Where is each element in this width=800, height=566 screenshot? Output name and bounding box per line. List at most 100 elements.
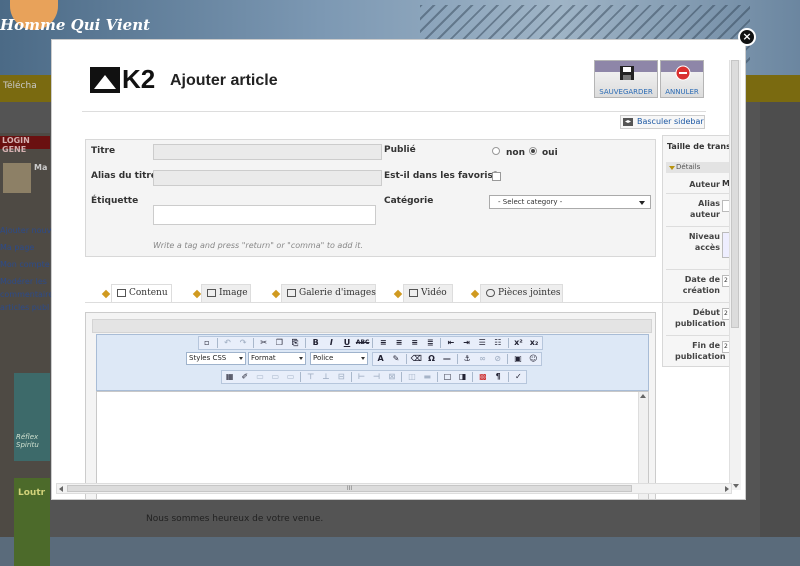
spellcheck-icon[interactable]: ✓ [512, 371, 525, 383]
emoticon-icon[interactable]: ☺ [527, 353, 540, 365]
promo-tile-2: Loutr [14, 478, 50, 566]
row-after-icon[interactable]: ⊥ [319, 371, 332, 383]
table-cell-icon[interactable]: ▭ [253, 371, 266, 383]
k2-mountain-icon [90, 67, 120, 93]
details-sidebar: Taille de trans Détails Auteur Ma Alias … [662, 135, 732, 367]
link-icon[interactable]: ∞ [476, 353, 489, 365]
tabs-divider [85, 302, 707, 303]
chevron-down-icon [361, 357, 365, 360]
merge-cells-icon[interactable]: ▬ [421, 371, 434, 383]
row-before-icon[interactable]: ⊤ [304, 371, 317, 383]
cut-icon[interactable]: ✂ [257, 337, 271, 349]
table-icon[interactable]: ▦ [223, 371, 236, 383]
category-select-value: - Select category - [498, 198, 563, 206]
format-select-label: Format [251, 354, 276, 362]
tag-label: Étiquette [91, 196, 139, 206]
new-document-icon[interactable]: ▫ [200, 337, 214, 349]
special-char-icon[interactable]: Ω [425, 353, 438, 365]
alias-label: Alias du titre [91, 171, 157, 181]
col-before-icon[interactable]: ⊢ [355, 371, 368, 383]
copy-icon[interactable]: ❐ [273, 337, 287, 349]
indent-icon[interactable]: ⇥ [460, 337, 474, 349]
category-select[interactable]: - Select category - [489, 195, 651, 209]
alias-input[interactable] [153, 170, 382, 186]
row-insert-icon[interactable]: ▭ [284, 371, 297, 383]
italic-icon[interactable]: I [325, 337, 339, 349]
styles-select[interactable]: Styles CSS [186, 352, 246, 365]
created-row: Date de création 2 [666, 270, 731, 303]
format-select[interactable]: Format [248, 352, 306, 365]
anchor-icon[interactable]: ⚓ [460, 353, 473, 365]
site-sidebar: LOGIN GENE Ma Ajouter nouv Ma page Mon c… [0, 133, 53, 566]
image-insert-icon[interactable]: ▣ [511, 353, 524, 365]
paste-icon[interactable]: ⎘ [288, 337, 302, 349]
scrollbar-thumb[interactable] [731, 60, 739, 328]
subscript-icon[interactable]: x₂ [527, 337, 541, 349]
toolbar-separator [252, 338, 254, 348]
published-no-radio[interactable] [492, 147, 500, 155]
tab-image-label: Image [219, 288, 248, 298]
superscript-icon[interactable]: x² [512, 337, 526, 349]
outdent-icon[interactable]: ⇤ [444, 337, 458, 349]
film-icon [409, 289, 418, 297]
add-article-modal: K2 Ajouter article SAUVEGARDER ANNULER ◂… [51, 39, 746, 500]
details-section-header[interactable]: Détails [666, 162, 731, 173]
tag-input[interactable] [153, 205, 376, 225]
toolbar-separator [350, 372, 352, 382]
unlink-icon[interactable]: ⊘ [491, 353, 504, 365]
horizontal-rule-icon[interactable]: — [440, 353, 453, 365]
tab-image[interactable]: Image [201, 284, 251, 302]
text-color-icon[interactable]: A [374, 353, 387, 365]
highlight-icon[interactable]: ✎ [389, 353, 402, 365]
numbered-list-icon[interactable]: ☷ [491, 337, 505, 349]
fullscreen-icon[interactable]: □ [441, 371, 454, 383]
scrollbar-thumb[interactable]: III [67, 485, 632, 492]
layout-icon[interactable]: ◨ [456, 371, 469, 383]
bullet-list-icon[interactable]: ☰ [475, 337, 489, 349]
modal-vertical-scrollbar[interactable] [729, 60, 741, 490]
pencil-icon [192, 289, 202, 299]
align-left-icon[interactable]: ≡ [376, 337, 390, 349]
modal-close-button[interactable]: × [738, 28, 756, 46]
published-yes-radio[interactable] [529, 147, 537, 155]
col-after-icon[interactable]: ⊣ [370, 371, 383, 383]
tab-gallery-label: Galerie d'images [299, 288, 376, 298]
remove-format-icon[interactable]: ⌫ [410, 353, 423, 365]
sidebar-title: Taille de trans [667, 142, 731, 151]
align-center-icon[interactable]: ≡ [392, 337, 406, 349]
delete-row-icon[interactable]: ⊟ [335, 371, 348, 383]
tab-attachments[interactable]: Pièces jointes [480, 284, 563, 302]
toolbar-separator [507, 372, 509, 382]
pencil-icon [271, 289, 281, 299]
undo-icon[interactable]: ↶ [221, 337, 235, 349]
editor-panel: ▫ ↶ ↷ ✂ ❐ ⎘ B I U ABC ≡ ≡ ≡ ≣ ⇤ ⇥ ☰ ☷ x² x₂ Styles CS… [85, 312, 656, 499]
redo-icon[interactable]: ↷ [236, 337, 250, 349]
toggle-sidebar-button[interactable]: ◂▸ Basculer sidebar [620, 115, 705, 129]
featured-checkbox[interactable] [492, 172, 501, 181]
underline-icon[interactable]: U [340, 337, 354, 349]
align-right-icon[interactable]: ≡ [408, 337, 422, 349]
delete-col-icon[interactable]: ⊠ [385, 371, 398, 383]
tab-gallery[interactable]: Galerie d'images [281, 284, 376, 302]
modal-horizontal-scrollbar[interactable]: III [56, 483, 732, 494]
editor-toolbar: ▫ ↶ ↷ ✂ ❐ ⎘ B I U ABC ≡ ≡ ≡ ≣ ⇤ ⇥ ☰ ☷ x² x₂ Styles CS… [96, 334, 649, 391]
tab-video[interactable]: Vidéo [403, 284, 453, 302]
cancel-button[interactable]: ANNULER [660, 60, 704, 98]
site-right-column [760, 102, 800, 537]
font-select[interactable]: Police [310, 352, 368, 365]
pencil-icon [393, 289, 403, 299]
bold-icon[interactable]: B [309, 337, 323, 349]
scroll-right-icon [725, 486, 729, 492]
split-cells-icon[interactable]: ◫ [405, 371, 418, 383]
tab-content[interactable]: Contenu [111, 284, 172, 302]
row-icon[interactable]: ▭ [269, 371, 282, 383]
save-button[interactable]: SAUVEGARDER [594, 60, 658, 98]
pilcrow-icon[interactable]: ¶ [492, 371, 505, 383]
cancel-circle-icon [675, 65, 691, 81]
align-justify-icon[interactable]: ≣ [423, 337, 437, 349]
pagebreak-icon[interactable]: ▩ [476, 371, 489, 383]
save-button-label: SAUVEGARDER [599, 88, 653, 96]
strikethrough-icon[interactable]: ABC [356, 337, 370, 349]
title-input[interactable] [153, 144, 382, 160]
table-edit-icon[interactable]: ✐ [238, 371, 251, 383]
